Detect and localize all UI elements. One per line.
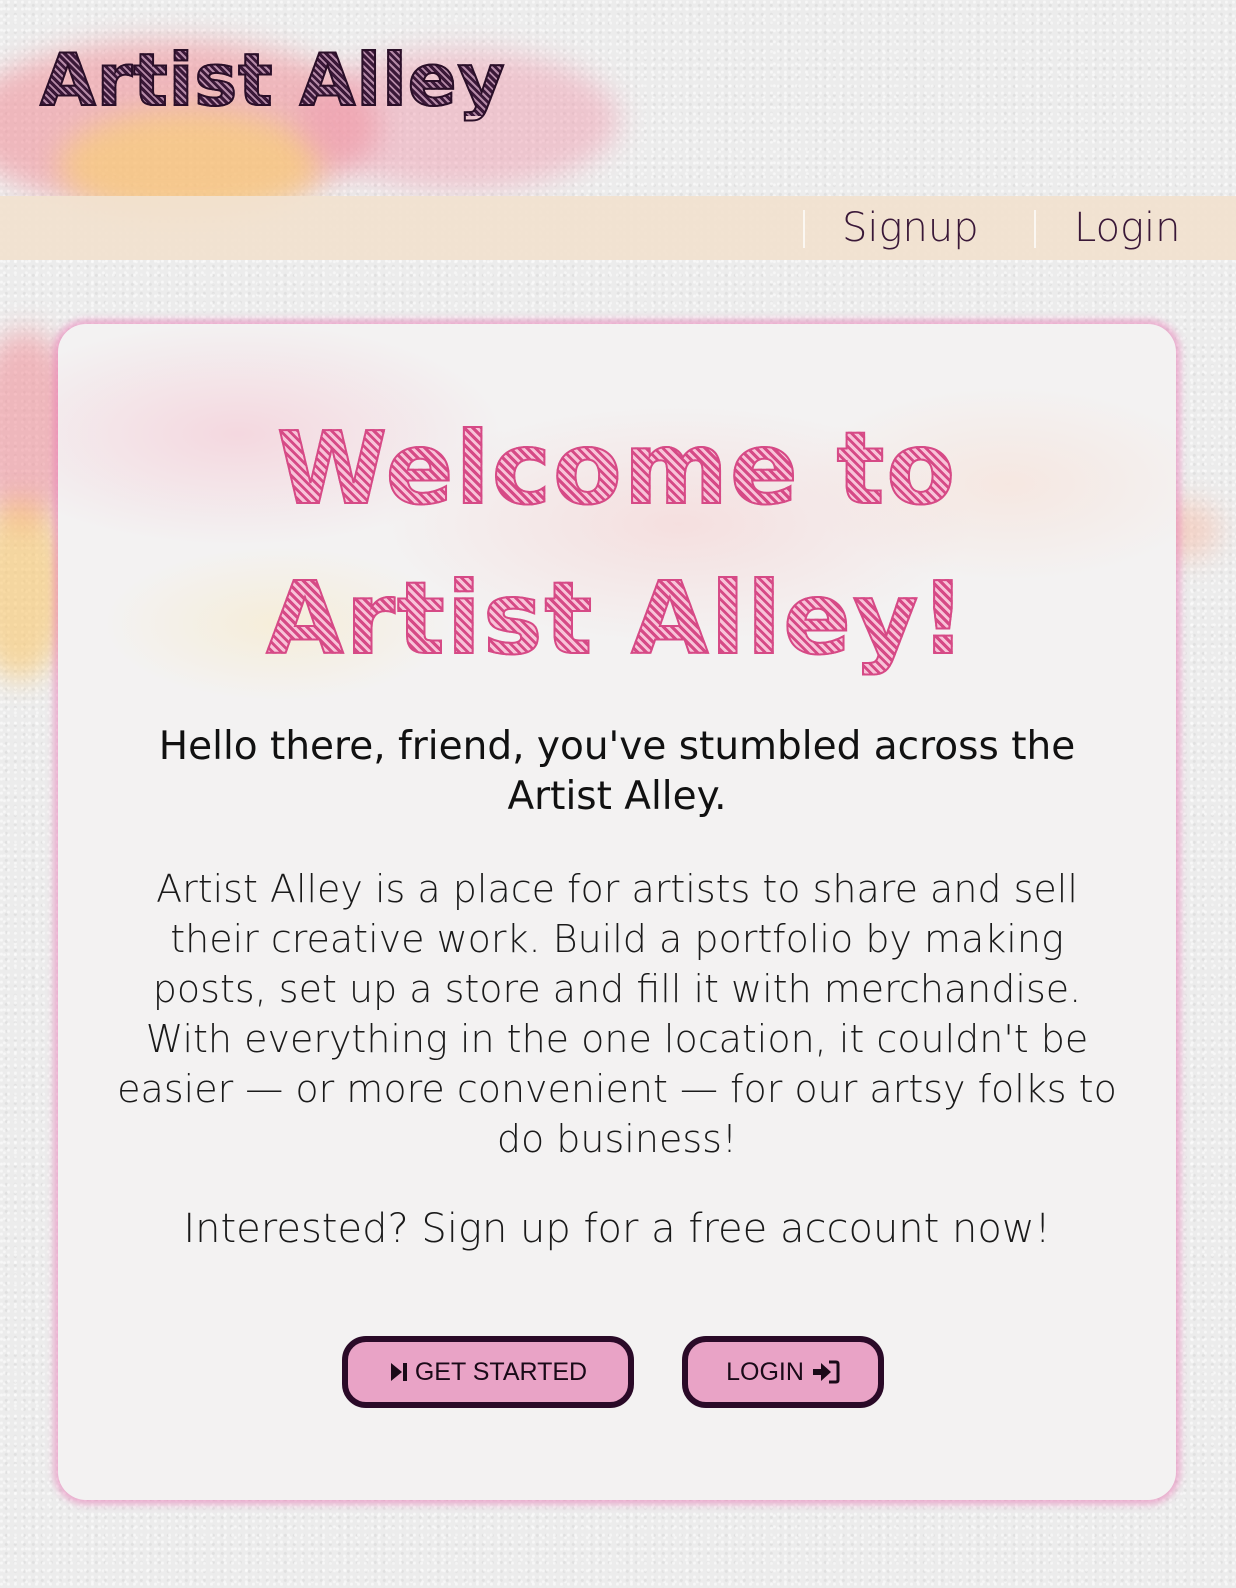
nav-bar: Signup Login [0,196,1236,260]
greeting-text: Hello there, friend, you've stumbled acr… [158,724,1076,819]
login-button-label: LOGIN [726,1357,804,1386]
get-started-label: GET STARTED [414,1357,588,1386]
login-button[interactable]: LOGIN [682,1336,884,1408]
welcome-heading: Welcome to Artist Alley! [58,394,1176,694]
get-started-button[interactable]: GET STARTED [342,1336,634,1408]
nav-signup-link[interactable]: Signup [842,204,979,252]
signup-prompt: Interested? Sign up for a free account n… [183,1206,1051,1252]
sign-in-icon [812,1360,840,1384]
welcome-heading-line-2: Artist Alley! [265,559,968,678]
nav-login-link[interactable]: Login [1074,204,1181,252]
nav-divider [803,210,805,248]
welcome-card: Welcome to Artist Alley! Hello there, fr… [58,324,1176,1500]
welcome-heading-line-1: Welcome to [276,409,958,528]
site-description: Artist Alley is a place for artists to s… [117,867,1117,1161]
nav-divider [1034,210,1036,248]
site-logo[interactable]: Artist Alley [39,43,506,117]
step-forward-icon [389,1361,409,1383]
